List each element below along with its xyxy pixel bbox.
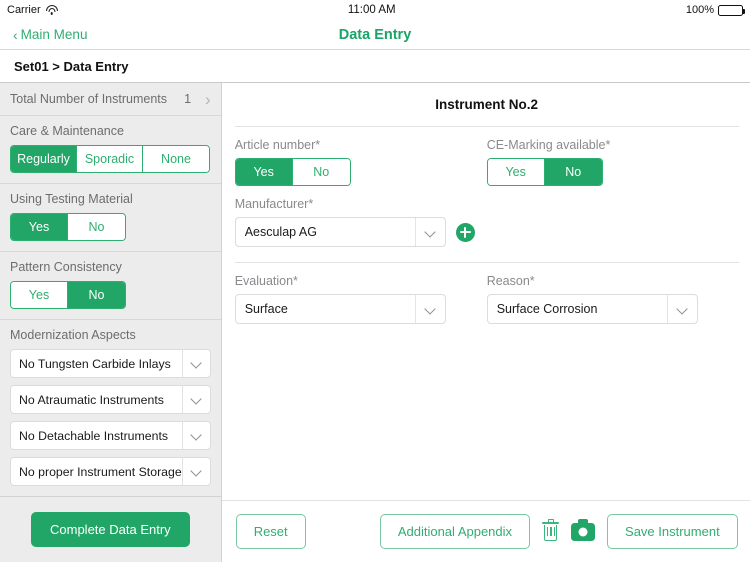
sidebar-group-modernization-aspects: Modernization Aspects No Tungsten Carbid…: [0, 320, 221, 496]
form-row-2: Manufacturer* Aesculap AG: [222, 186, 750, 247]
pattern-consistency-option-yes[interactable]: Yes: [11, 282, 68, 308]
back-button-label: Main Menu: [20, 27, 88, 42]
sidebar-group-care-maintenance: Care & Maintenance Regularly Sporadic No…: [0, 116, 221, 184]
ce-marking-label: CE-Marking available*: [486, 138, 611, 152]
total-instruments-value: 1: [184, 92, 192, 106]
carrier-label: Carrier: [7, 4, 41, 16]
field-ce-marking: CE-Marking available* Yes No: [486, 138, 739, 186]
article-number-label: Article number*: [234, 138, 321, 152]
sidebar: Total Number of Instruments 1 › Care & M…: [0, 83, 222, 562]
bottom-toolbar: Reset Additional Appendix Save Instrumen…: [221, 500, 750, 562]
testing-material-segmented-control[interactable]: Yes No: [10, 213, 126, 241]
pattern-consistency-option-no[interactable]: No: [68, 282, 125, 308]
toolbar-left: Reset: [235, 514, 306, 549]
field-manufacturer: Manufacturer* Aesculap AG: [234, 197, 487, 247]
reason-label: Reason*: [486, 274, 535, 288]
chevron-left-icon: ‹: [13, 26, 18, 43]
plus-circle-icon[interactable]: [455, 222, 475, 242]
battery-icon: [718, 4, 746, 16]
article-number-segmented-control[interactable]: Yes No: [234, 158, 351, 186]
testing-material-option-no[interactable]: No: [68, 214, 125, 240]
evaluation-select[interactable]: Surface: [234, 294, 446, 324]
modernization-select-3-value: No Detachable Instruments: [19, 428, 169, 443]
form-row-1: Article number* Yes No CE-Marking availa…: [222, 127, 750, 186]
camera-button[interactable]: [571, 519, 596, 541]
testing-material-option-yes[interactable]: Yes: [11, 214, 68, 240]
modernization-select-1[interactable]: No Tungsten Carbide Inlays: [10, 349, 211, 378]
group-title: Using Testing Material: [10, 192, 133, 206]
sidebar-group-using-testing-material: Using Testing Material Yes No: [0, 184, 221, 252]
evaluation-label: Evaluation*: [234, 274, 298, 288]
trash-icon: [542, 519, 560, 542]
reason-value: Surface Corrosion: [496, 302, 598, 316]
app-window: Carrier 11:00 AM 100% ‹ Main Menu Data E…: [0, 0, 750, 562]
chevron-down-icon[interactable]: [181, 458, 210, 485]
delete-button[interactable]: [542, 519, 560, 542]
modernization-select-4-value: No proper Instrument Storage: [19, 464, 182, 479]
chevron-down-icon[interactable]: [414, 218, 445, 246]
modernization-select-4[interactable]: No proper Instrument Storage: [10, 457, 211, 486]
chevron-down-icon[interactable]: [666, 295, 697, 323]
field-article-number: Article number* Yes No: [234, 138, 487, 186]
chevron-down-icon[interactable]: [181, 386, 210, 413]
toolbar-right: Additional Appendix Save Instrument: [379, 514, 738, 549]
nav-bar: ‹ Main Menu Data Entry: [0, 20, 750, 49]
chevron-down-icon[interactable]: [181, 422, 210, 449]
sidebar-item-total-instruments[interactable]: Total Number of Instruments 1 ›: [0, 83, 221, 116]
manufacturer-label: Manufacturer*: [234, 197, 314, 211]
chevron-down-icon[interactable]: [181, 350, 210, 377]
status-bar-clock: 11:00 AM: [347, 4, 396, 16]
care-option-sporadic[interactable]: Sporadic: [77, 146, 143, 172]
manufacturer-value: Aesculap AG: [244, 225, 317, 239]
sidebar-footer: Complete Data Entry: [0, 496, 221, 562]
group-title: Care & Maintenance: [10, 124, 124, 138]
instrument-title: Instrument No.2: [435, 97, 539, 112]
modernization-select-2-value: No Atraumatic Instruments: [19, 392, 164, 407]
complete-data-entry-button[interactable]: Complete Data Entry: [31, 512, 190, 547]
pattern-consistency-segmented-control[interactable]: Yes No: [10, 281, 126, 309]
main-panel: Instrument No.2 Article number* Yes No C…: [221, 83, 750, 562]
modernization-select-3[interactable]: No Detachable Instruments: [10, 421, 211, 450]
field-evaluation: Evaluation* Surface: [234, 274, 487, 324]
status-bar-left: Carrier: [7, 4, 58, 16]
status-bar: Carrier 11:00 AM 100%: [0, 0, 750, 20]
care-option-none[interactable]: None: [143, 146, 209, 172]
breadcrumb: Set01 > Data Entry: [0, 50, 750, 82]
save-instrument-button[interactable]: Save Instrument: [607, 514, 738, 549]
article-number-option-yes[interactable]: Yes: [235, 159, 293, 185]
total-instruments-label: Total Number of Instruments: [10, 92, 168, 106]
manufacturer-select[interactable]: Aesculap AG: [234, 217, 446, 247]
care-option-regularly[interactable]: Regularly: [11, 146, 77, 172]
reason-select[interactable]: Surface Corrosion: [486, 294, 698, 324]
content-area: Total Number of Instruments 1 › Care & M…: [0, 83, 750, 562]
field-reason: Reason* Surface Corrosion: [486, 274, 739, 324]
ce-marking-option-yes[interactable]: Yes: [487, 159, 545, 185]
form-row-3: Evaluation* Surface Reason* Surface Corr…: [222, 263, 750, 324]
chevron-down-icon[interactable]: [414, 295, 445, 323]
camera-icon: [571, 519, 596, 541]
manufacturer-control-group: Aesculap AG: [234, 217, 487, 247]
status-bar-right: 100%: [685, 4, 746, 16]
ce-marking-option-no[interactable]: No: [544, 159, 602, 185]
ce-marking-segmented-control[interactable]: Yes No: [486, 158, 603, 186]
battery-percent-label: 100%: [685, 4, 714, 16]
chevron-right-icon: ›: [205, 89, 211, 109]
evaluation-value: Surface: [244, 302, 288, 316]
group-title: Modernization Aspects: [10, 328, 136, 342]
reset-button[interactable]: Reset: [235, 514, 306, 549]
back-to-main-menu-button[interactable]: ‹ Main Menu: [13, 27, 87, 42]
page-title: Data Entry: [338, 26, 412, 43]
article-number-option-no[interactable]: No: [292, 159, 350, 185]
modernization-select-2[interactable]: No Atraumatic Instruments: [10, 385, 211, 414]
additional-appendix-button[interactable]: Additional Appendix: [379, 514, 531, 549]
sidebar-scroll: Total Number of Instruments 1 › Care & M…: [0, 83, 221, 496]
group-title: Pattern Consistency: [10, 260, 122, 274]
care-maintenance-segmented-control[interactable]: Regularly Sporadic None: [10, 145, 210, 173]
form-scroll-area: Instrument No.2 Article number* Yes No C…: [222, 83, 750, 500]
wifi-icon: [45, 5, 58, 15]
modernization-select-1-value: No Tungsten Carbide Inlays: [19, 356, 171, 371]
sidebar-group-pattern-consistency: Pattern Consistency Yes No: [0, 252, 221, 320]
